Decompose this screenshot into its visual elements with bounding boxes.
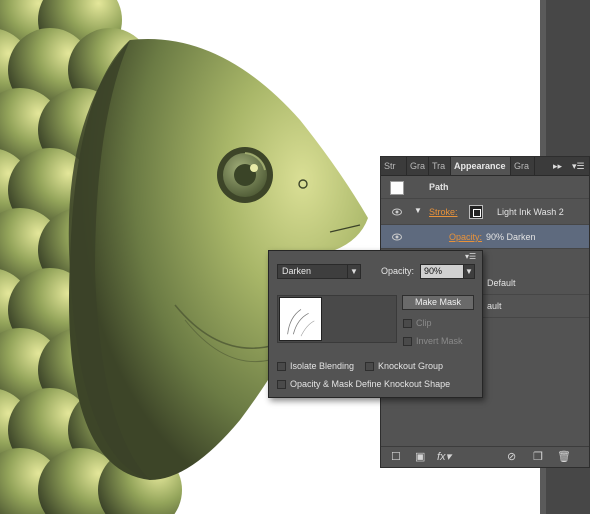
invert-mask-label: Invert Mask xyxy=(416,336,463,346)
blend-mode-select[interactable]: Darken ▼ xyxy=(277,264,361,279)
opacity-dropdown-button[interactable]: ▼ xyxy=(463,264,475,279)
disclosure-triangle-icon[interactable]: ▼ xyxy=(414,206,422,215)
visibility-eye-icon[interactable] xyxy=(392,233,402,241)
appearance-row-opacity[interactable]: Opacity: 90% Darken xyxy=(381,225,589,249)
tab-graphic-styles[interactable]: Gra xyxy=(511,157,535,175)
opacity-value: 90% Darken xyxy=(486,232,536,242)
opacity-mask-knockout-label: Opacity & Mask Define Knockout Shape xyxy=(290,379,451,389)
tab-stroke[interactable]: Str xyxy=(381,157,407,175)
knockout-group-label: Knockout Group xyxy=(378,361,444,371)
opacity-link[interactable]: Opacity: xyxy=(449,232,482,242)
double-chevron-right-icon[interactable]: ▸▸ xyxy=(553,157,562,175)
panel-menu-icon[interactable]: ▾☰ xyxy=(465,252,476,261)
stroke-square-icon[interactable]: ▣ xyxy=(415,450,425,463)
clear-icon[interactable]: ⊘ xyxy=(507,450,516,463)
fx-icon[interactable]: fx▾ xyxy=(437,450,451,463)
duplicate-icon[interactable]: ❐ xyxy=(533,450,543,463)
make-mask-button[interactable]: Make Mask xyxy=(402,295,474,310)
tab-appearance[interactable]: Appearance xyxy=(451,157,511,175)
stroke-swatch[interactable] xyxy=(469,205,483,219)
opacity-mask-knockout-checkbox[interactable] xyxy=(277,380,286,389)
row-default-label: Default xyxy=(487,278,516,288)
fx-label: fx xyxy=(437,451,446,463)
clip-checkbox[interactable] xyxy=(403,319,412,328)
row-default-label-2: ault xyxy=(487,301,502,311)
mask-preview-area xyxy=(277,295,397,343)
panel-tab-bar: Str Gra Tra Appearance Gra ▸▸ ▾☰ xyxy=(381,157,589,176)
isolate-blending-label: Isolate Blending xyxy=(290,361,355,371)
stroke-value: Light Ink Wash 2 xyxy=(497,207,564,217)
blend-mode-value: Darken xyxy=(282,266,312,276)
visibility-eye-icon[interactable] xyxy=(392,208,402,216)
tab-gradient[interactable]: Gra xyxy=(407,157,429,175)
clip-label: Clip xyxy=(416,318,432,328)
new-square-icon[interactable]: ☐ xyxy=(391,450,401,463)
fish-eye xyxy=(217,147,273,203)
object-label: Path xyxy=(429,182,449,192)
isolate-blending-checkbox[interactable] xyxy=(277,362,286,371)
chevron-down-icon: ▼ xyxy=(347,265,360,278)
opacity-input[interactable]: 90% xyxy=(420,264,464,279)
appearance-row-object[interactable]: Path xyxy=(381,176,589,199)
stroke-link[interactable]: Stroke: xyxy=(429,207,458,217)
opacity-label: Opacity: xyxy=(381,266,415,276)
object-thumbnail xyxy=(390,181,404,195)
transparency-popup: ▾☰ Darken ▼ Opacity: 90% ▼ Make Mask Cli… xyxy=(268,250,483,398)
appearance-row-stroke[interactable]: ▼ Stroke: Light Ink Wash 2 xyxy=(381,199,589,225)
tab-transparency[interactable]: Tra xyxy=(429,157,451,175)
object-thumbnail[interactable] xyxy=(279,297,322,341)
knockout-group-checkbox[interactable] xyxy=(365,362,374,371)
panel-menu-icon[interactable]: ▾☰ xyxy=(572,157,585,175)
trash-icon[interactable]: 🗑 xyxy=(557,450,571,463)
appearance-bottom-bar: ☐ ▣ fx▾ ⊘ ❐ 🗑 xyxy=(381,446,589,467)
invert-mask-checkbox[interactable] xyxy=(403,337,412,346)
